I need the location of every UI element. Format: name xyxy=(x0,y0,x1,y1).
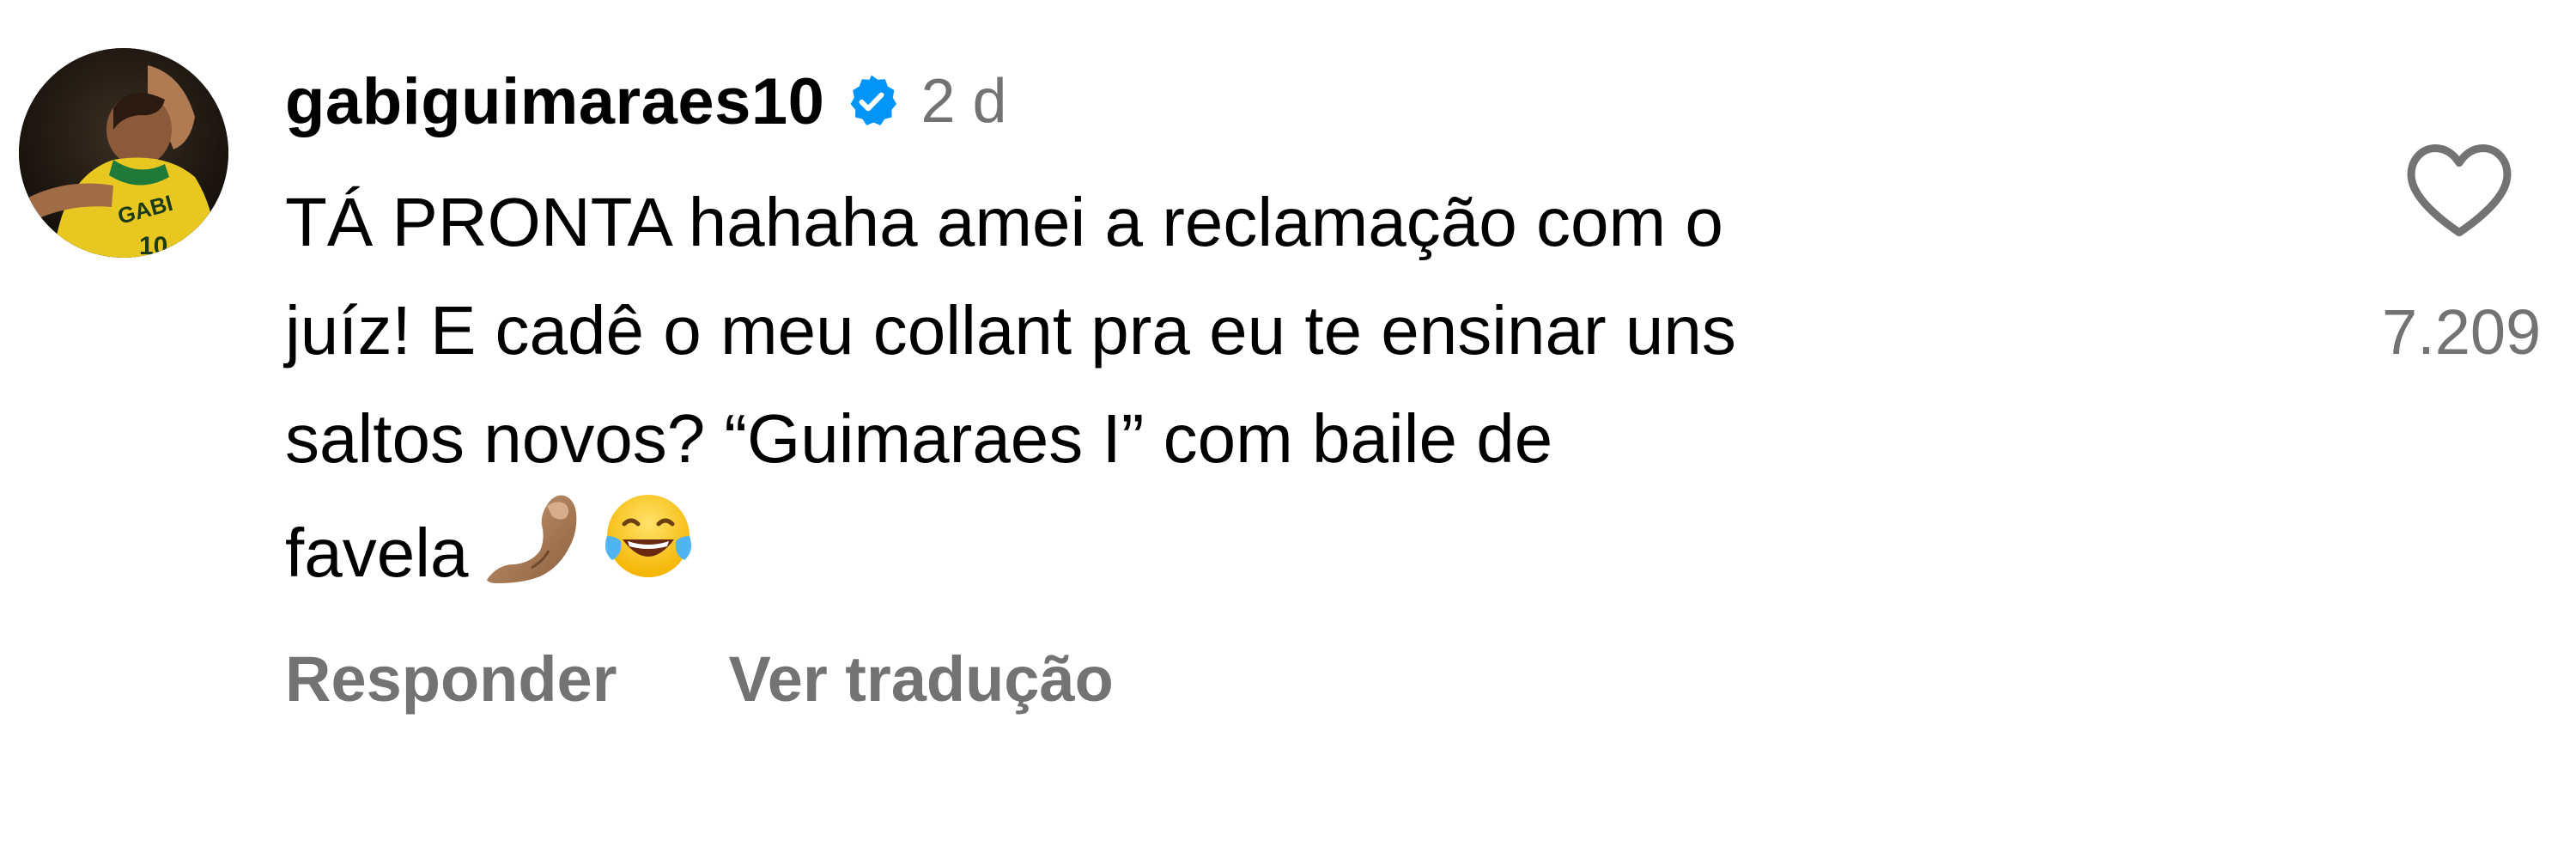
comment-line-text: favela xyxy=(285,515,469,592)
reply-button[interactable]: Responder xyxy=(285,643,617,716)
comment-line-last: favela xyxy=(285,493,2329,624)
tears-of-joy-emoji xyxy=(598,488,698,618)
avatar[interactable]: GABI 10 xyxy=(19,48,228,258)
svg-text:10: 10 xyxy=(139,232,167,258)
heart-outline-icon[interactable] xyxy=(2404,137,2514,241)
comment-line: saltos novos? “Guimaraes I” com baile de xyxy=(285,400,1553,477)
username[interactable]: gabiguimaraes10 xyxy=(285,64,824,139)
verified-badge-icon xyxy=(843,73,900,130)
comment-header: gabiguimaraes10 2 d xyxy=(285,58,1007,144)
like-area: 7.209 xyxy=(2382,137,2542,369)
comment-line: juíz! E cadê o meu collant pra eu te ens… xyxy=(285,292,1736,369)
pinched-fingers-emoji xyxy=(480,490,586,616)
timestamp: 2 d xyxy=(920,67,1007,136)
like-count: 7.209 xyxy=(2382,296,2542,368)
comment-actions: Responder Ver tradução xyxy=(285,643,1225,716)
comment-text: TÁ PRONTA hahaha amei a reclamação com o… xyxy=(285,168,2329,624)
avatar-image: GABI 10 xyxy=(19,48,228,258)
comment: GABI 10 gabiguimaraes10 2 d TÁ PRONTA ha… xyxy=(0,0,2576,859)
comment-line: TÁ PRONTA hahaha amei a reclamação com o xyxy=(285,184,1723,260)
translate-button[interactable]: Ver tradução xyxy=(729,643,1114,716)
